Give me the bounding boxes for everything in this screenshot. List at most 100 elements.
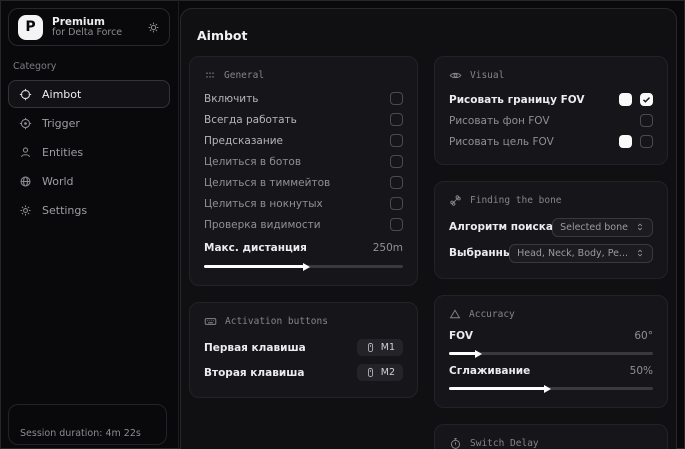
sidebar-item-label: World: [42, 175, 74, 188]
grip-icon: [204, 69, 216, 81]
section-title: Finding the bone: [470, 195, 562, 206]
sidebar-item-label: Settings: [42, 204, 87, 217]
max-distance-slider[interactable]: [204, 265, 403, 268]
dropdown-label: Выбранные кости: [449, 247, 509, 259]
stopwatch-icon: [449, 437, 462, 449]
general-card: General Включить Всегда работать Предска…: [189, 56, 418, 286]
toggle-label: Предсказание: [204, 135, 283, 147]
triangle-icon: [449, 308, 461, 320]
sidebar: P Premium for Delta Force Category Aimbo…: [0, 0, 179, 449]
fov-slider[interactable]: [449, 352, 653, 355]
checkbox-draw-fov-target[interactable]: [640, 135, 653, 148]
session-duration-label: Session duration: 4m 22s: [20, 428, 141, 439]
dropdown-row: Выбранные кости Head, Neck, Body, Pe...: [449, 240, 653, 266]
selected-bones-dropdown[interactable]: Head, Neck, Body, Pe...: [509, 244, 653, 263]
checkbox-aim-bots[interactable]: [390, 155, 403, 168]
premium-card: P Premium for Delta Force: [8, 8, 170, 46]
keybind-button-m2[interactable]: M2: [357, 364, 403, 381]
visual-card: Visual Рисовать границу FOV Рисовать фон…: [434, 56, 668, 165]
color-swatch[interactable]: [619, 135, 632, 148]
keyboard-icon: [204, 315, 217, 328]
app-logo: P: [18, 15, 43, 40]
dropdown-label: Алгоритм поиска костей: [449, 221, 552, 233]
slider-value: 250m: [373, 242, 403, 254]
section-title: Accuracy: [469, 309, 515, 320]
checkbox-draw-fov-background[interactable]: [640, 114, 653, 127]
toggle-label: Включить: [204, 93, 258, 105]
checkbox-draw-fov-border[interactable]: [640, 93, 653, 106]
eye-icon: [449, 69, 462, 82]
crosshair-icon: [19, 88, 32, 101]
visual-label: Рисовать фон FOV: [449, 115, 550, 127]
category-label: Category: [13, 61, 165, 72]
mouse-icon: [365, 367, 376, 378]
visual-label: Рисовать границу FOV: [449, 94, 585, 106]
visual-row: Рисовать границу FOV: [449, 89, 653, 110]
mouse-icon: [365, 342, 376, 353]
checkbox-aim-teammates[interactable]: [390, 176, 403, 189]
bone-icon: [449, 194, 462, 207]
finding-bone-card: Finding the bone Алгоритм поиска костей …: [434, 181, 668, 279]
premium-text: Premium for Delta Force: [52, 16, 122, 39]
sidebar-item-label: Aimbot: [42, 88, 81, 101]
sidebar-item-trigger[interactable]: Trigger: [8, 109, 170, 137]
section-title: Switch Delay: [470, 438, 539, 449]
sidebar-item-settings[interactable]: Settings: [8, 196, 170, 224]
sidebar-item-entities[interactable]: Entities: [8, 138, 170, 166]
activation-buttons-card: Activation buttons Первая клавиша M1: [189, 302, 418, 398]
keybind-button-m1[interactable]: M1: [357, 339, 403, 356]
dropdown-value: Selected bone: [560, 222, 628, 233]
section-title: Visual: [470, 70, 504, 81]
sidebar-item-aimbot[interactable]: Aimbot: [8, 80, 170, 108]
slider-label: FOV: [449, 330, 473, 342]
toggle-row: Предсказание: [204, 130, 403, 151]
slider-label-row: Сглаживание 50%: [449, 362, 653, 380]
smoothing-slider[interactable]: [449, 387, 653, 390]
toggle-label: Целиться в ботов: [204, 156, 301, 168]
bone-algorithm-dropdown[interactable]: Selected bone: [552, 218, 653, 237]
dropdown-value: Head, Neck, Body, Pe...: [517, 248, 628, 259]
slider-label: Макс. дистанция: [204, 242, 307, 254]
keybind-label: Вторая клавиша: [204, 367, 304, 379]
slider-fill: [449, 352, 476, 355]
checkbox-prediction[interactable]: [390, 134, 403, 147]
toggle-label: Целиться в нокнутых: [204, 198, 323, 210]
keybind-row: Вторая клавиша M2: [204, 360, 403, 385]
toggle-row: Целиться в ботов: [204, 151, 403, 172]
session-duration-box: Session duration: 4m 22s: [8, 404, 167, 445]
chevrons-up-down-icon: [635, 222, 645, 232]
visual-label: Рисовать цель FOV: [449, 136, 554, 148]
app-subtitle: for Delta Force: [52, 28, 122, 39]
settings-gear-icon: [19, 204, 32, 217]
toggle-label: Целиться в тиммейтов: [204, 177, 330, 189]
toggle-row: Включить: [204, 88, 403, 109]
visual-row: Рисовать цель FOV: [449, 131, 653, 152]
checkbox-visibility-check[interactable]: [390, 218, 403, 231]
keybind-value: M2: [381, 367, 395, 378]
toggle-row: Целиться в нокнутых: [204, 193, 403, 214]
trigger-icon: [19, 117, 32, 130]
sidebar-item-label: Entities: [42, 146, 83, 159]
sidebar-nav: Aimbot Trigger Entities: [8, 80, 170, 224]
section-title: General: [224, 70, 264, 81]
chevrons-up-down-icon: [635, 248, 645, 258]
section-title: Activation buttons: [225, 316, 328, 327]
slider-fill: [204, 265, 304, 268]
slider-value: 50%: [630, 365, 653, 377]
slider-label-row: FOV 60°: [449, 327, 653, 345]
gear-icon[interactable]: [147, 21, 160, 34]
accuracy-card: Accuracy FOV 60° Сглаживание 50%: [434, 295, 668, 408]
entities-icon: [19, 146, 32, 159]
checkbox-aim-knocked[interactable]: [390, 197, 403, 210]
app-title: Premium: [52, 16, 122, 28]
dropdown-row: Алгоритм поиска костей Selected bone: [449, 214, 653, 240]
slider-value: 60°: [634, 330, 653, 342]
main-panel: Aimbot General Включить: [180, 8, 677, 449]
checkbox-always-work[interactable]: [390, 113, 403, 126]
checkbox-enable[interactable]: [390, 92, 403, 105]
switch-delay-card: Switch Delay Задержка переключения Задер…: [434, 424, 668, 449]
globe-icon: [19, 175, 32, 188]
color-swatch[interactable]: [619, 93, 632, 106]
toggle-label: Проверка видимости: [204, 219, 321, 231]
sidebar-item-world[interactable]: World: [8, 167, 170, 195]
